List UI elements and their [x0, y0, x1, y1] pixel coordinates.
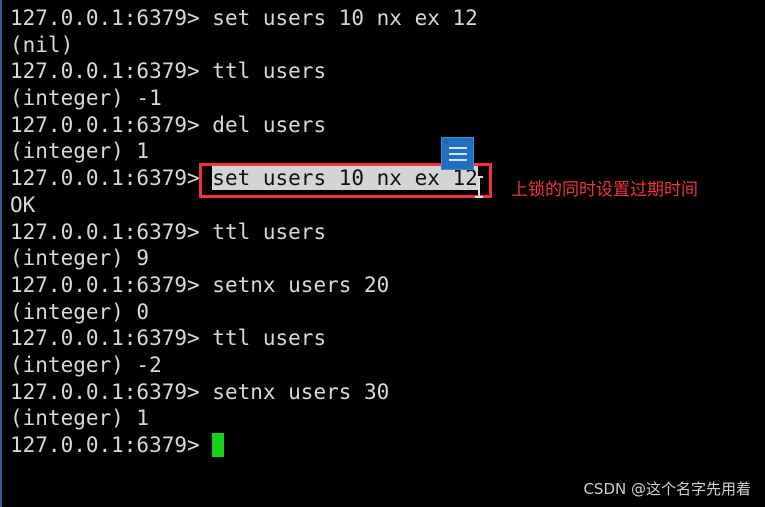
prompt: 127.0.0.1:6379>	[10, 112, 213, 137]
output-line: (integer) -2	[10, 352, 478, 379]
prompt: 127.0.0.1:6379>	[10, 6, 213, 30]
command-text: ttl users	[212, 219, 327, 244]
output-line: (integer) 9	[10, 245, 478, 272]
annotation-note: 上锁的同时设置过期时间	[511, 180, 698, 200]
command-line: 127.0.0.1:6379> set users 10 nx ex 12	[10, 5, 478, 32]
prompt: 127.0.0.1:6379>	[10, 379, 213, 404]
command-line: 127.0.0.1:6379>	[10, 432, 478, 459]
terminal-window[interactable]: 127.0.0.1:6379> set users 10 nx ex 12 (ni…	[0, 0, 765, 507]
output-line: (nil)	[10, 32, 478, 59]
terminal-cursor[interactable]	[212, 433, 225, 457]
output-text: OK	[10, 192, 36, 217]
menu-lines-icon[interactable]	[441, 137, 474, 170]
prompt: 127.0.0.1:6379>	[10, 166, 213, 191]
command-text: del users	[212, 112, 327, 137]
output-text: (integer) -2	[10, 352, 162, 377]
output-text: (nil)	[10, 32, 74, 57]
prompt: 127.0.0.1:6379>	[10, 272, 213, 297]
prompt: 127.0.0.1:6379>	[10, 326, 213, 351]
output-line: (integer) -1	[10, 85, 478, 112]
command-text: ttl users	[212, 59, 327, 84]
output-text: (integer) 0	[10, 299, 150, 324]
prompt: 127.0.0.1:6379>	[10, 433, 213, 457]
watermark: CSDN @这个名字先用着	[583, 480, 751, 498]
prompt: 127.0.0.1:6379>	[10, 59, 213, 84]
command-text: setnx users 20	[212, 272, 390, 297]
output-line: (integer) 1	[10, 138, 478, 165]
output-text: (integer) 9	[10, 246, 150, 271]
output-line: (integer) 0	[10, 299, 478, 326]
text-ibeam-icon	[475, 176, 483, 198]
command-text: set users 10 nx ex 12	[212, 6, 478, 30]
command-line: 127.0.0.1:6379> ttl users	[10, 58, 478, 85]
output-text: (integer) 1	[10, 406, 150, 431]
command-text: ttl users	[212, 326, 327, 351]
terminal-output: 127.0.0.1:6379> set users 10 nx ex 12 (ni…	[10, 5, 478, 459]
output-text: (integer) -1	[10, 86, 162, 111]
command-line: 127.0.0.1:6379> del users	[10, 112, 478, 139]
command-line: 127.0.0.1:6379> ttl users	[10, 325, 478, 352]
command-line: 127.0.0.1:6379> setnx users 20	[10, 272, 478, 299]
command-line: 127.0.0.1:6379> ttl users	[10, 219, 478, 246]
output-line: (integer) 1	[10, 405, 478, 432]
prompt: 127.0.0.1:6379>	[10, 219, 213, 244]
output-text: (integer) 1	[10, 139, 150, 164]
command-text: setnx users 30	[212, 379, 390, 404]
command-line: 127.0.0.1:6379> setnx users 30	[10, 379, 478, 406]
